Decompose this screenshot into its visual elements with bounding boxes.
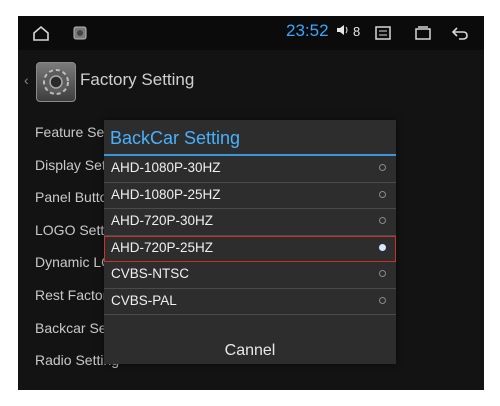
option-label: AHD-1080P-30HZ — [111, 160, 221, 175]
radio-button[interactable] — [379, 164, 386, 171]
status-bar: 23:52 8 — [18, 16, 484, 50]
volume-level: 8 — [353, 24, 361, 39]
option-label: CVBS-PAL — [111, 292, 177, 308]
dialog-title: BackCar Setting — [110, 128, 241, 148]
clock-time: 23:52 — [286, 21, 329, 40]
option-list: AHD-1080P-30HZ AHD-1080P-25HZ AHD-720P-3… — [104, 156, 396, 315]
volume-indicator: 8 — [336, 24, 360, 39]
recents-icon[interactable] — [414, 22, 432, 44]
radio-button-selected[interactable] — [379, 243, 386, 251]
app-icon[interactable] — [72, 22, 88, 44]
back-icon[interactable] — [450, 22, 470, 44]
radio-button[interactable] — [379, 217, 386, 224]
volume-icon — [336, 24, 350, 39]
radio-button[interactable] — [379, 296, 386, 304]
backcar-setting-dialog: BackCar Setting AHD-1080P-30HZ AHD-1080P… — [104, 120, 396, 364]
chevron-left-icon[interactable]: ‹ — [24, 72, 29, 88]
option-ahd-720p-30hz[interactable]: AHD-720P-30HZ — [104, 209, 396, 236]
page-header: ‹ Factory Setting — [24, 60, 224, 104]
option-cvbs-ntsc[interactable]: CVBS-NTSC — [104, 262, 396, 289]
radio-button[interactable] — [379, 270, 386, 277]
option-ahd-1080p-25hz[interactable]: AHD-1080P-25HZ — [104, 183, 396, 209]
device-screen: 23:52 8 ‹ Factory Setting Feature Sett D… — [18, 16, 484, 390]
option-ahd-1080p-30hz[interactable]: AHD-1080P-30HZ — [104, 156, 396, 183]
radio-button[interactable] — [379, 190, 386, 198]
home-icon[interactable] — [30, 22, 52, 44]
option-label: CVBS-NTSC — [111, 266, 190, 281]
option-label: AHD-1080P-25HZ — [111, 186, 221, 202]
option-label: AHD-720P-30HZ — [111, 213, 214, 228]
option-label: AHD-720P-25HZ — [111, 239, 214, 255]
option-cvbs-pal[interactable]: CVBS-PAL — [104, 289, 396, 315]
settings-gear-icon — [36, 62, 76, 102]
menu-icon[interactable] — [374, 22, 392, 44]
page-title: Factory Setting — [80, 70, 195, 89]
cancel-button[interactable]: Cannel — [104, 342, 396, 364]
option-ahd-720p-25hz[interactable]: AHD-720P-25HZ — [104, 235, 396, 262]
